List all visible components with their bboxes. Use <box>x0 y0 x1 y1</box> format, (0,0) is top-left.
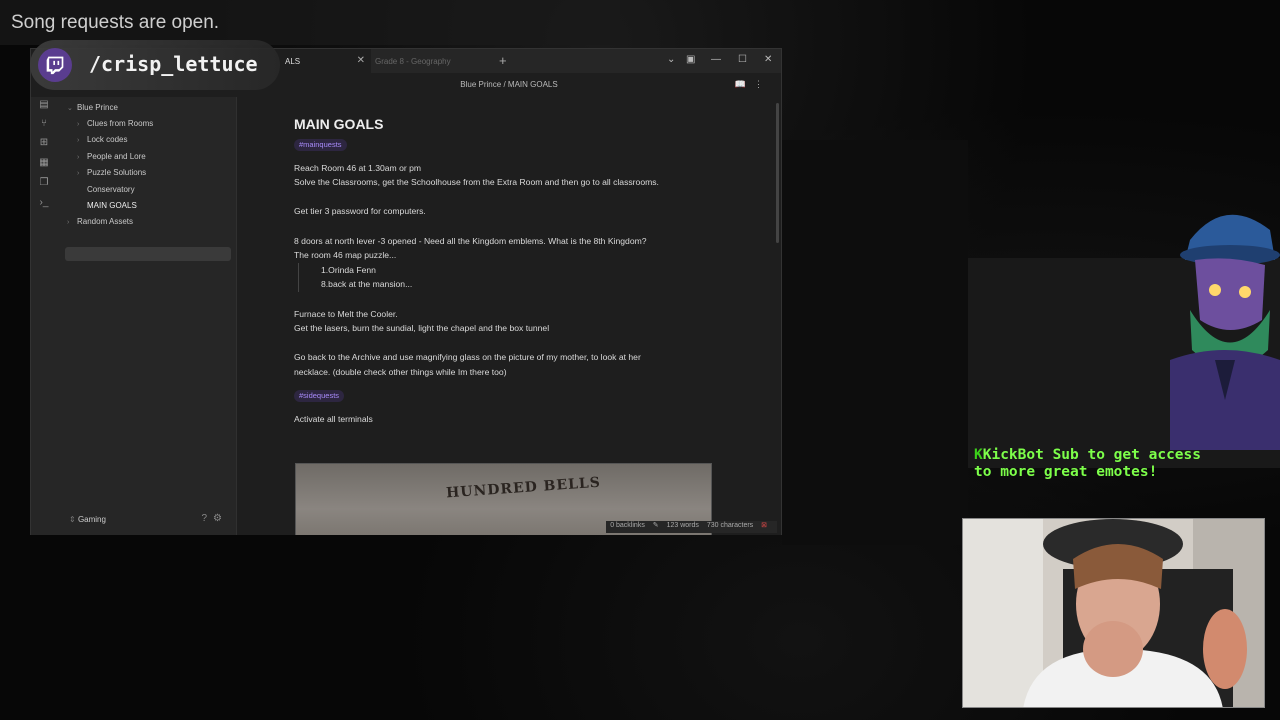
obsidian-window: ALS ✕ Grade 8 - Geography + ⌄ ▣ — ☐ ✕ ▤ … <box>30 48 782 535</box>
chevron-right-icon: › <box>67 219 70 226</box>
twitch-username: /crisp_lettuce <box>89 52 258 76</box>
word-count: 123 words <box>666 522 699 529</box>
kickbot-chat: KKickBot Sub to get access to more great… <box>974 447 1224 480</box>
chevron-right-icon: › <box>77 137 80 144</box>
character-illustration <box>1170 214 1280 450</box>
note-line: Get the lasers, burn the sundial, light … <box>294 323 550 334</box>
vault-actions: ?⚙ <box>201 513 228 524</box>
graph-icon[interactable]: ⑂ <box>38 118 50 130</box>
folder-clues-from-rooms[interactable]: › Clues from Rooms <box>77 119 153 128</box>
close-window-icon[interactable]: ✕ <box>764 54 772 65</box>
file-icon[interactable]: ▤ <box>38 99 50 111</box>
chevron-down-icon: ⌄ <box>67 105 73 112</box>
settings-icon[interactable]: ⚙ <box>213 513 228 524</box>
tag-sidequests[interactable]: #sidequests <box>294 389 345 402</box>
indented-block: 1.Orinda Fenn 8.back at the mansion... <box>298 262 734 292</box>
view-actions: 📖⋮ <box>735 79 771 90</box>
tab-label: ALS <box>285 57 301 66</box>
chevron-right-icon: › <box>77 154 80 161</box>
folder-blue-prince[interactable]: ⌄ Blue Prince <box>67 103 118 112</box>
grid-icon[interactable]: ⊞ <box>38 137 50 149</box>
note-line: 8 doors at north lever -3 opened - Need … <box>294 235 647 246</box>
note-line: Furnace to Melt the Cooler. <box>294 308 398 319</box>
help-icon[interactable]: ? <box>201 513 213 524</box>
note-line: Solve the Classrooms, get the Schoolhous… <box>294 177 659 188</box>
folder-label: Puzzle Solutions <box>87 168 147 177</box>
breadcrumb: Blue Prince / MAIN GOALS <box>237 80 781 89</box>
terminal-icon[interactable]: ›_ <box>38 197 50 209</box>
note-line: 8.back at the mansion... <box>321 279 413 290</box>
folder-label: People and Lore <box>87 152 146 161</box>
note-line: Activate all terminals <box>294 413 373 424</box>
chevron-right-icon: › <box>77 170 80 177</box>
breadcrumb-separator: / <box>503 80 506 89</box>
close-tab-icon[interactable]: ✕ <box>357 55 365 66</box>
folder-label: Lock codes <box>87 135 128 144</box>
folder-random-assets[interactable]: › Random Assets <box>67 217 133 226</box>
calendar-icon[interactable]: ▦ <box>38 157 50 169</box>
tab-bar: ALS ✕ Grade 8 - Geography + ⌄ ▣ — ☐ ✕ <box>281 49 781 73</box>
tab-grade-8-geography[interactable]: Grade 8 - Geography <box>375 57 451 66</box>
folder-people-and-lore[interactable]: › People and Lore <box>77 152 146 161</box>
breadcrumb-parent[interactable]: Blue Prince <box>460 80 501 89</box>
file-conservatory[interactable]: Conservatory <box>87 185 135 194</box>
character-count: 730 characters <box>706 522 754 529</box>
webcam-image <box>963 519 1264 707</box>
maximize-icon[interactable]: ☐ <box>738 54 747 65</box>
sync-status-icon[interactable]: ⊠ <box>761 522 767 529</box>
more-options-icon[interactable]: ⋮ <box>754 79 771 89</box>
file-main-goals[interactable]: MAIN GOALS <box>87 201 137 210</box>
note-body[interactable]: MAIN GOALS #mainquests Reach Room 46 at … <box>294 117 734 426</box>
folder-label: Random Assets <box>77 217 134 226</box>
vault-chevron-icon: ⇕ <box>69 515 78 524</box>
note-line: necklace. (double check other things whi… <box>294 366 507 377</box>
reading-view-icon[interactable]: 📖 <box>735 79 754 89</box>
kick-icon: K <box>974 447 983 463</box>
kickbot-name: KickBot <box>982 447 1044 463</box>
background-panel <box>782 140 968 545</box>
breadcrumb-current: MAIN GOALS <box>507 80 558 89</box>
folder-lock-codes[interactable]: › Lock codes <box>77 135 127 144</box>
note-line: Go back to the Archive and use magnifyin… <box>294 352 641 363</box>
image-caption: HUNDRED BELLS <box>445 474 602 502</box>
chevron-down-icon[interactable]: ⌄ <box>667 54 675 65</box>
chevron-right-icon: › <box>77 121 80 128</box>
file-explorer: ⌄ Blue Prince › Clues from Rooms › Lock cod… <box>57 97 237 535</box>
editor-pane: Blue Prince / MAIN GOALS 📖⋮ MAIN GOALS #… <box>237 73 781 535</box>
note-line: 1.Orinda Fenn <box>321 264 376 275</box>
vault-switcher[interactable]: ⇕ Gaming <box>69 515 106 524</box>
selection-highlight <box>65 247 231 261</box>
song-requests-text: Song requests are open. <box>11 12 220 33</box>
twitch-handle-badge: /crisp_lettuce <box>30 40 280 90</box>
new-tab-icon[interactable]: + <box>499 53 507 68</box>
copy-icon[interactable]: ❐ <box>38 177 50 189</box>
backlinks-count[interactable]: 0 backlinks <box>610 522 645 529</box>
tab-main-goals[interactable]: ALS ✕ <box>281 49 371 73</box>
twitch-icon <box>38 48 72 82</box>
tag-mainquests[interactable]: #mainquests <box>294 138 347 151</box>
status-bar: 0 backlinks ✎ 123 words 730 characters ⊠ <box>606 521 777 533</box>
webcam-feed <box>962 518 1265 708</box>
note-line: The room 46 map puzzle... <box>294 250 397 261</box>
note-line: Reach Room 46 at 1.30am or pm <box>294 162 422 173</box>
sidebar-toggle-icon[interactable]: ▣ <box>686 54 695 65</box>
scrollbar[interactable] <box>776 103 779 243</box>
vault-name: Gaming <box>77 515 106 524</box>
folder-puzzle-solutions[interactable]: › Puzzle Solutions <box>77 168 146 177</box>
note-line: Get tier 3 password for computers. <box>294 206 426 217</box>
folder-label: Blue Prince <box>77 103 118 112</box>
minimize-icon[interactable]: — <box>711 54 721 65</box>
folder-label: Clues from Rooms <box>87 119 154 128</box>
ribbon: ▤ ⑂ ⊞ ▦ ❐ ›_ <box>31 97 57 535</box>
note-title: MAIN GOALS <box>294 116 384 132</box>
edit-icon[interactable]: ✎ <box>653 522 659 529</box>
